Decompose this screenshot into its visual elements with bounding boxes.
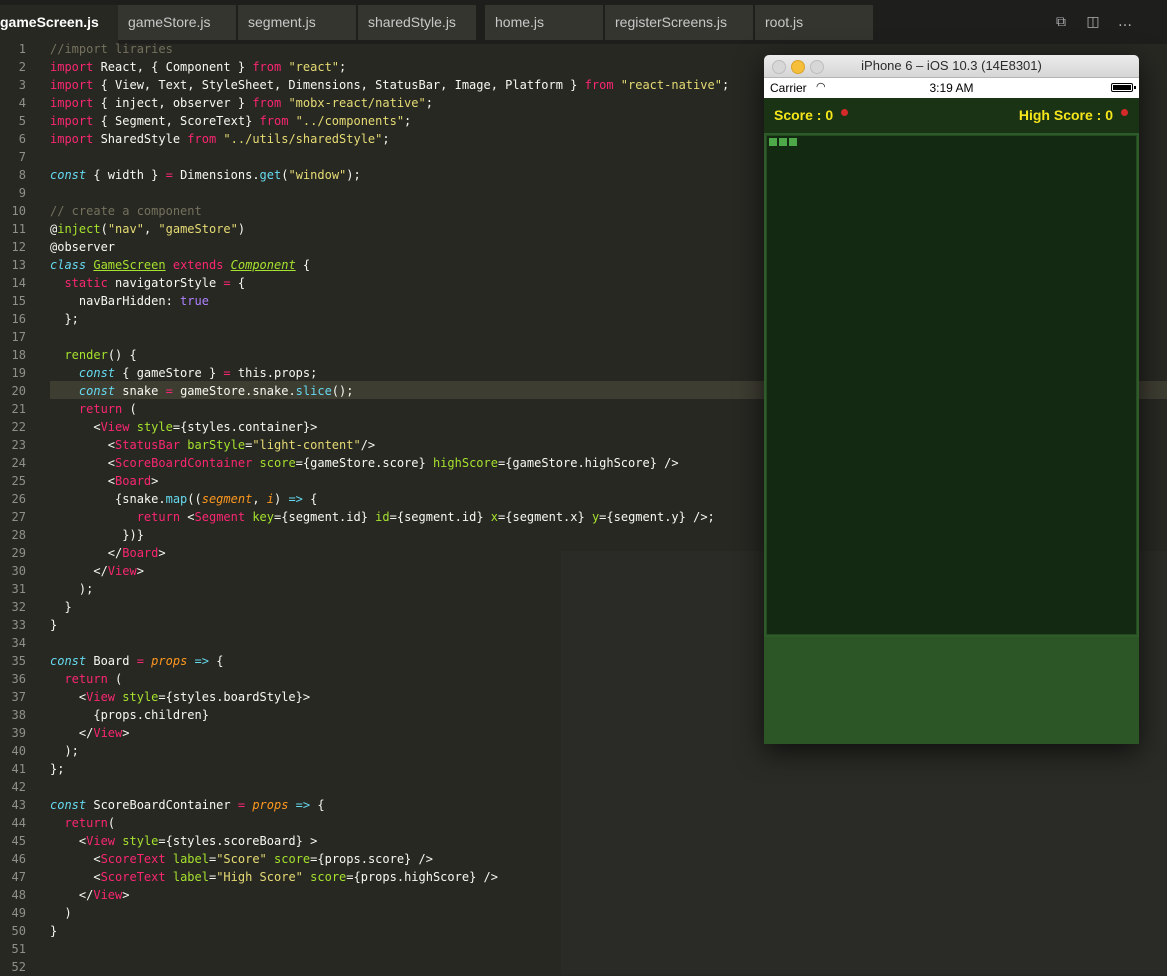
- code-line: );: [50, 744, 79, 758]
- line-number: 20: [11, 384, 26, 398]
- snake-segment: [769, 138, 777, 146]
- line-number: 41: [11, 762, 26, 776]
- high-score-label: High Score : 0: [1018, 107, 1113, 123]
- tab-gamescreen[interactable]: gameScreen.js: [0, 5, 118, 44]
- score-label: Score : 0: [774, 107, 834, 123]
- code-line: <ScoreText label="Score" score={props.sc…: [50, 852, 433, 866]
- line-number: 30: [11, 564, 26, 578]
- minimize-window-icon[interactable]: [791, 60, 805, 74]
- line-number: 31: [11, 582, 26, 596]
- snake-segment: [779, 138, 787, 146]
- code-line: <View style={styles.scoreBoard} >: [50, 834, 318, 848]
- code-line: return(: [64, 816, 116, 830]
- line-number: 9: [18, 186, 26, 200]
- line-number: 40: [11, 744, 26, 758]
- line-number: 37: [11, 690, 26, 704]
- line-number: 7: [18, 150, 26, 164]
- line-number: 25: [11, 474, 26, 488]
- line-number: 45: [11, 834, 26, 848]
- code-line: ): [50, 906, 72, 920]
- close-window-icon[interactable]: [772, 60, 786, 74]
- line-number: 42: [11, 780, 26, 794]
- tab-segment[interactable]: segment.js: [238, 5, 356, 40]
- line-number: 38: [11, 708, 26, 722]
- line-number: 34: [11, 636, 26, 650]
- line-number: 32: [11, 600, 26, 614]
- apple-icon: [1121, 109, 1128, 116]
- tab-root[interactable]: root.js: [755, 5, 873, 40]
- line-number: 33: [11, 618, 26, 632]
- controls-area[interactable]: [764, 637, 1139, 744]
- code-line: };: [50, 762, 65, 776]
- line-number: 8: [18, 168, 26, 182]
- line-number: 26: [11, 492, 26, 506]
- line-number: 13: [11, 258, 26, 272]
- code-line: }: [50, 924, 58, 938]
- code-line: const ScoreBoardContainer = props => {: [50, 798, 325, 812]
- line-number: 17: [11, 330, 26, 344]
- line-number: 27: [11, 510, 26, 524]
- line-number: 14: [11, 276, 26, 290]
- line-number: 46: [11, 852, 26, 866]
- line-number: 39: [11, 726, 26, 740]
- line-number: 15: [11, 294, 26, 308]
- snake-segment: [789, 138, 797, 146]
- layout-icon[interactable]: ◫: [1085, 14, 1101, 30]
- line-number: 23: [11, 438, 26, 452]
- line-number: 48: [11, 888, 26, 902]
- ios-status-bar: Carrier ◠ 3:19 AM: [764, 78, 1139, 98]
- tab-gamestore[interactable]: gameStore.js: [118, 5, 236, 40]
- line-number: 51: [11, 942, 26, 956]
- line-number: 28: [11, 528, 26, 542]
- line-number: 1: [18, 42, 26, 56]
- tab-home[interactable]: home.js: [485, 5, 603, 40]
- code-line: </View>: [50, 888, 130, 902]
- apple-icon: [841, 109, 848, 116]
- line-number: 36: [11, 672, 26, 686]
- tab-bar: gameScreen.js gameStore.js segment.js sh…: [0, 0, 1167, 44]
- line-number: 10: [11, 204, 26, 218]
- line-number: 18: [11, 348, 26, 362]
- split-editor-icon[interactable]: ⧉: [1053, 14, 1069, 30]
- line-number: 29: [11, 546, 26, 560]
- ios-simulator-window[interactable]: iPhone 6 – iOS 10.3 (14E8301) Carrier ◠ …: [764, 55, 1139, 744]
- tab-registerscreens[interactable]: registerScreens.js: [605, 5, 753, 40]
- code-line: <ScoreText label="High Score" score={pro…: [50, 870, 498, 884]
- line-number: 43: [11, 798, 26, 812]
- line-number: 16: [11, 312, 26, 326]
- line-number: 2: [18, 60, 26, 74]
- game-board[interactable]: [766, 135, 1137, 635]
- score-board: Score : 0 High Score : 0: [764, 98, 1139, 133]
- zoom-window-icon[interactable]: [810, 60, 824, 74]
- more-icon[interactable]: …: [1117, 14, 1133, 30]
- line-number: 22: [11, 420, 26, 434]
- tab-sharedstyle[interactable]: sharedStyle.js: [358, 5, 476, 40]
- clock-label: 3:19 AM: [929, 81, 974, 95]
- line-number: 5: [18, 114, 26, 128]
- line-number: 24: [11, 456, 26, 470]
- line-number-gutter: 1 2 3 4 5 6 7 8 9 10 11 12 13 14 15 16 1…: [0, 40, 30, 976]
- line-number: 19: [11, 366, 26, 380]
- editor-actions: ⧉ ◫ …: [1056, 0, 1167, 44]
- line-number: 12: [11, 240, 26, 254]
- line-number: 49: [11, 906, 26, 920]
- line-number: 47: [11, 870, 26, 884]
- simulator-title-bar[interactable]: iPhone 6 – iOS 10.3 (14E8301): [764, 55, 1139, 78]
- line-number: 44: [11, 816, 26, 830]
- line-number: 3: [18, 78, 26, 92]
- line-number: 50: [11, 924, 26, 938]
- simulator-title: iPhone 6 – iOS 10.3 (14E8301): [861, 58, 1042, 73]
- line-number: 11: [11, 222, 26, 236]
- battery-icon: [1111, 83, 1136, 92]
- line-number: 35: [11, 654, 26, 668]
- line-number: 21: [11, 402, 26, 416]
- line-number: 4: [18, 96, 26, 110]
- line-number: 6: [18, 132, 26, 146]
- line-number: 52: [11, 960, 26, 974]
